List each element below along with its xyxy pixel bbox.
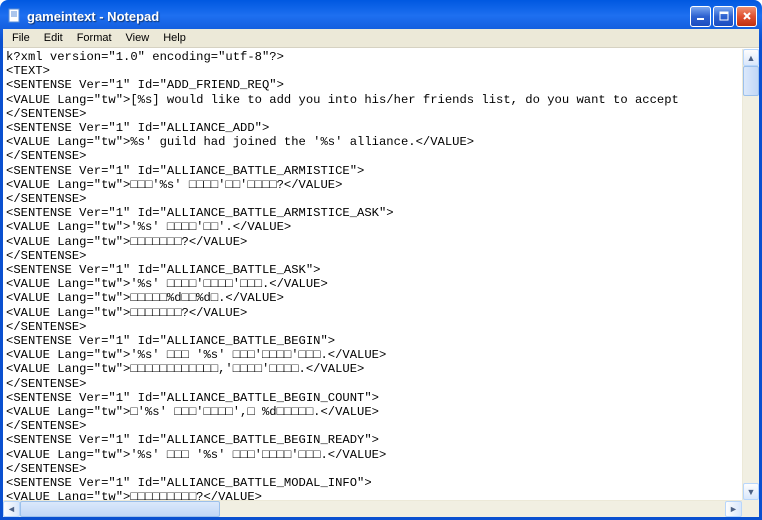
menu-help[interactable]: Help xyxy=(156,30,193,46)
window-title: gameintext - Notepad xyxy=(27,9,690,24)
maximize-button[interactable] xyxy=(713,6,734,27)
scroll-up-button[interactable]: ▲ xyxy=(743,49,759,66)
horizontal-scrollbar[interactable]: ◄ ► xyxy=(3,500,742,517)
size-grip[interactable] xyxy=(742,500,759,517)
vertical-scrollbar[interactable]: ▲ ▼ xyxy=(742,49,759,500)
notepad-app-icon xyxy=(7,8,23,24)
editor-container: k?xml version="1.0" encoding="utf-8"?> <… xyxy=(3,48,759,517)
scroll-down-button[interactable]: ▼ xyxy=(743,483,759,500)
titlebar[interactable]: gameintext - Notepad xyxy=(3,3,759,29)
scroll-left-button[interactable]: ◄ xyxy=(3,501,20,517)
menu-view[interactable]: View xyxy=(119,30,157,46)
minimize-button[interactable] xyxy=(690,6,711,27)
menu-file[interactable]: File xyxy=(5,30,37,46)
horizontal-scroll-thumb[interactable] xyxy=(20,501,220,517)
menu-format[interactable]: Format xyxy=(70,30,119,46)
scroll-right-button[interactable]: ► xyxy=(725,501,742,517)
menu-edit[interactable]: Edit xyxy=(37,30,70,46)
notepad-window: gameintext - Notepad File Edit Format Vi… xyxy=(0,0,762,520)
window-buttons xyxy=(690,6,757,27)
client-area: File Edit Format View Help k?xml version… xyxy=(3,29,759,517)
vertical-scroll-thumb[interactable] xyxy=(743,66,759,96)
close-button[interactable] xyxy=(736,6,757,27)
text-editor[interactable]: k?xml version="1.0" encoding="utf-8"?> <… xyxy=(3,49,742,500)
menubar: File Edit Format View Help xyxy=(3,29,759,48)
